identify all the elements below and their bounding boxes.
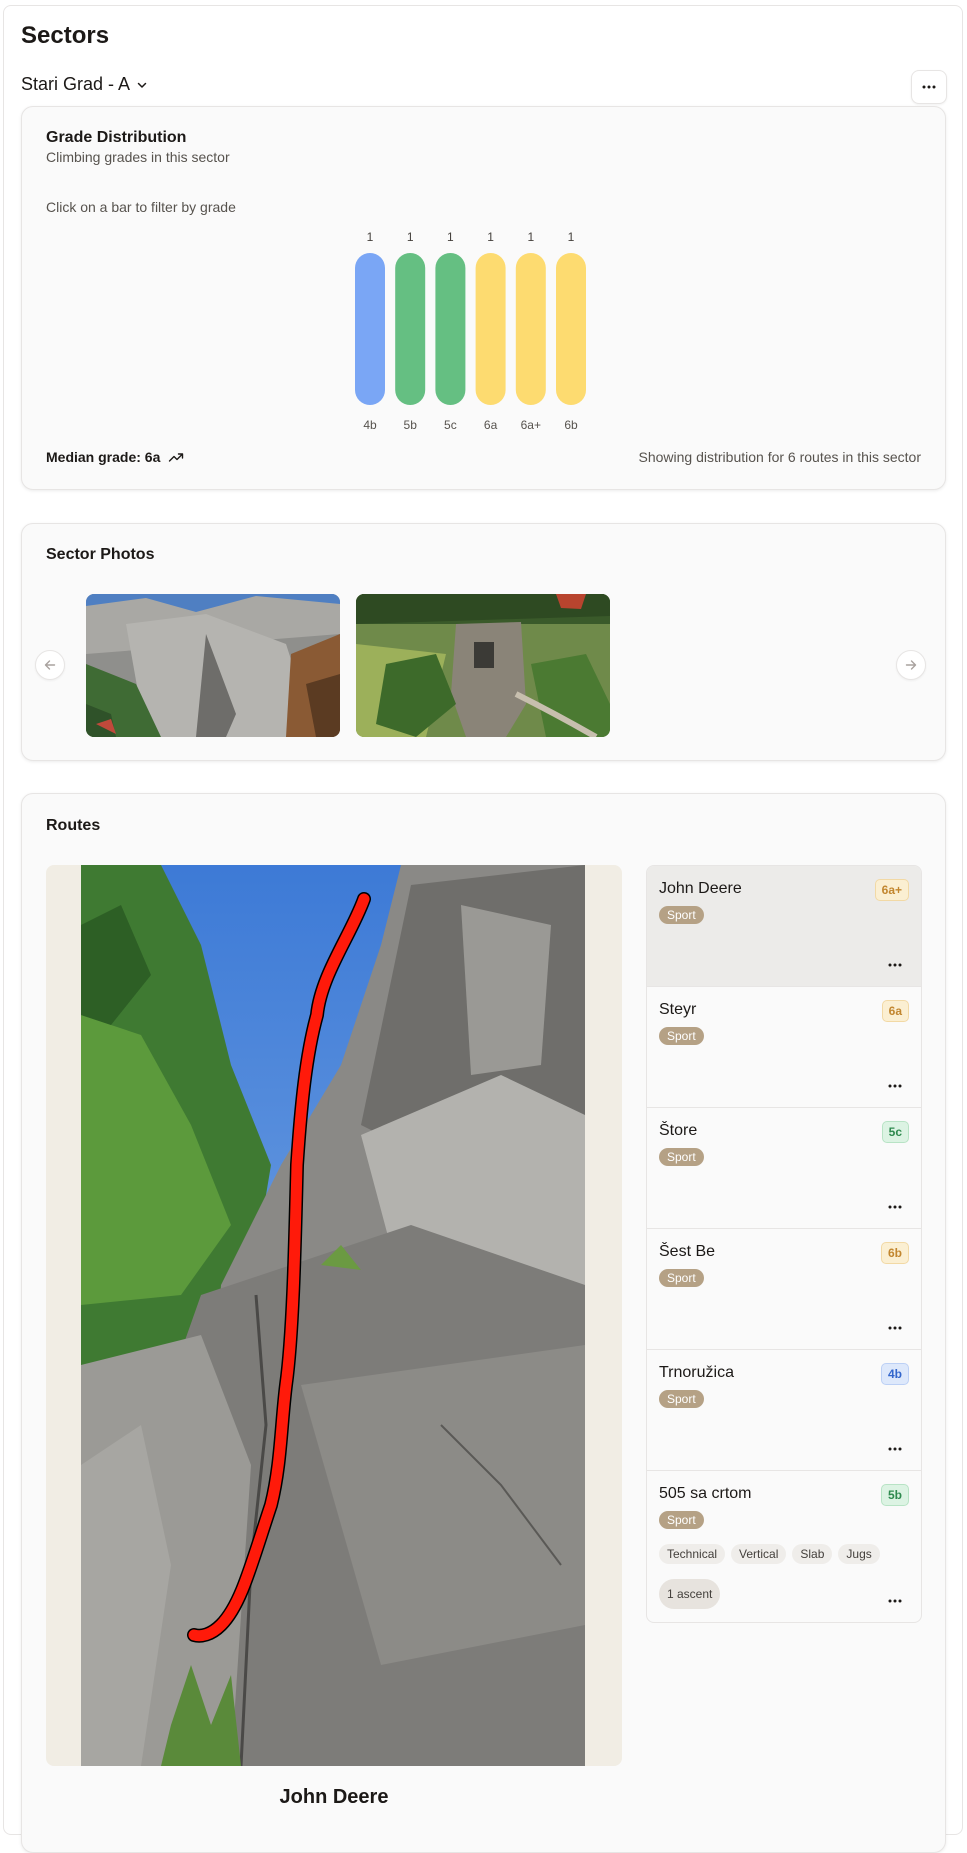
grade-bar-5c[interactable]	[435, 253, 466, 405]
arrow-left-icon	[44, 660, 56, 670]
sector-selector[interactable]: Stari Grad - A	[21, 74, 148, 95]
bar-value-label: 1	[568, 230, 575, 244]
sector-photo-2[interactable]	[356, 594, 610, 737]
route-tags: Technical Vertical Slab Jugs	[659, 1544, 880, 1564]
route-grade-badge: 6b	[880, 1242, 909, 1264]
photos-prev-button[interactable]	[35, 650, 65, 680]
route-tag: Technical	[659, 1544, 726, 1564]
route-grade-badge: 5b	[880, 1484, 909, 1506]
route-item[interactable]: John Deere 6a+ Sport	[647, 866, 921, 987]
grade-bar-4b[interactable]	[355, 253, 385, 405]
median-grade: Median grade: 6a	[46, 449, 184, 465]
grade-tick-label: 6a+	[521, 418, 541, 432]
route-more-button[interactable]	[885, 1200, 905, 1214]
routes-title: Routes	[46, 817, 101, 834]
grade-tick-label: 5c	[444, 418, 457, 432]
route-grade-badge: 4b	[880, 1363, 909, 1385]
route-item[interactable]: Šest Be 6b Sport	[647, 1229, 921, 1350]
sector-photos-card: Sector Photos	[21, 523, 946, 761]
route-topo-viewer[interactable]	[46, 865, 622, 1766]
grade-tick-label: 6a	[484, 418, 498, 432]
more-horizontal-icon	[888, 1205, 902, 1209]
route-name: Steyr	[659, 1001, 697, 1018]
grade-distribution-chart: 1 4b 1 5b 1 5c 1 6a 1 6a+ 1 6b	[355, 230, 586, 432]
route-tag: Slab	[792, 1544, 833, 1564]
photos-next-button[interactable]	[896, 650, 926, 680]
ascent-count-button[interactable]: 1 ascent	[659, 1579, 721, 1609]
route-item[interactable]: Štore 5c Sport	[647, 1108, 921, 1229]
arrow-right-icon	[905, 660, 917, 670]
route-item[interactable]: 505 sa crtom 5b Sport Technical Vertical…	[647, 1471, 921, 1622]
more-horizontal-icon	[888, 963, 902, 967]
grade-bar-6b[interactable]	[556, 253, 586, 405]
grade-bar-6a+[interactable]	[515, 253, 546, 405]
page-title: Sectors	[21, 22, 110, 49]
route-name: 505 sa crtom	[659, 1485, 752, 1502]
grade-bar-5b[interactable]	[395, 253, 426, 405]
route-type-badge: Sport	[659, 1390, 704, 1408]
route-type-badge: Sport	[659, 1511, 704, 1529]
route-more-button[interactable]	[885, 958, 905, 972]
bar-value-label: 1	[527, 230, 534, 244]
rock-photo-image	[86, 594, 340, 737]
more-horizontal-icon	[888, 1447, 902, 1451]
ruins-photo-image	[356, 594, 610, 737]
bar-value-label: 1	[447, 230, 454, 244]
route-more-button[interactable]	[885, 1442, 905, 1456]
sector-photo-1[interactable]	[86, 594, 340, 737]
route-type-badge: Sport	[659, 1027, 704, 1045]
bar-value-label: 1	[487, 230, 494, 244]
topo-rock-image	[81, 865, 585, 1766]
route-name: Trnoružica	[659, 1364, 734, 1381]
route-type-badge: Sport	[659, 906, 704, 924]
route-list: John Deere 6a+ Sport Steyr 6a Sport Štor…	[646, 865, 922, 1623]
bar-value-label: 1	[367, 230, 374, 244]
chevron-down-icon	[137, 82, 147, 88]
sector-photos-title: Sector Photos	[46, 546, 155, 563]
bar-value-label: 1	[407, 230, 414, 244]
median-grade-label: Median grade: 6a	[46, 449, 161, 465]
route-name: John Deere	[659, 880, 742, 897]
grade-tick-label: 6b	[564, 418, 578, 432]
selected-route-name: John Deere	[279, 1786, 389, 1808]
route-type-badge: Sport	[659, 1269, 704, 1287]
route-item[interactable]: Trnoružica 4b Sport	[647, 1350, 921, 1471]
route-name: Šest Be	[659, 1243, 716, 1260]
sector-more-button[interactable]	[911, 70, 947, 104]
more-horizontal-icon	[922, 85, 936, 89]
routes-card: Routes John Deere John Deere 6a+ Sport S…	[21, 793, 946, 1853]
route-more-button[interactable]	[885, 1079, 905, 1093]
route-item[interactable]: Steyr 6a Sport	[647, 987, 921, 1108]
route-name: Štore	[659, 1122, 698, 1139]
route-tag: Vertical	[731, 1544, 787, 1564]
route-grade-badge: 5c	[881, 1121, 909, 1143]
more-horizontal-icon	[888, 1084, 902, 1088]
grade-distribution-card: Grade Distribution Climbing grades in th…	[21, 106, 946, 490]
route-tag: Jugs	[838, 1544, 880, 1564]
route-more-button[interactable]	[885, 1594, 905, 1608]
sector-selector-value: Stari Grad - A	[21, 74, 131, 94]
grade-bar-6a[interactable]	[475, 253, 506, 405]
route-more-button[interactable]	[885, 1321, 905, 1335]
trending-up-icon	[169, 453, 184, 462]
route-type-badge: Sport	[659, 1148, 704, 1166]
route-grade-badge: 6a+	[874, 879, 909, 901]
more-horizontal-icon	[888, 1326, 902, 1330]
grade-tick-label: 4b	[363, 418, 377, 432]
distribution-summary: Showing distribution for 6 routes in thi…	[638, 449, 921, 465]
route-grade-badge: 6a	[881, 1000, 909, 1022]
more-horizontal-icon	[888, 1599, 902, 1603]
grade-tick-label: 5b	[404, 418, 418, 432]
